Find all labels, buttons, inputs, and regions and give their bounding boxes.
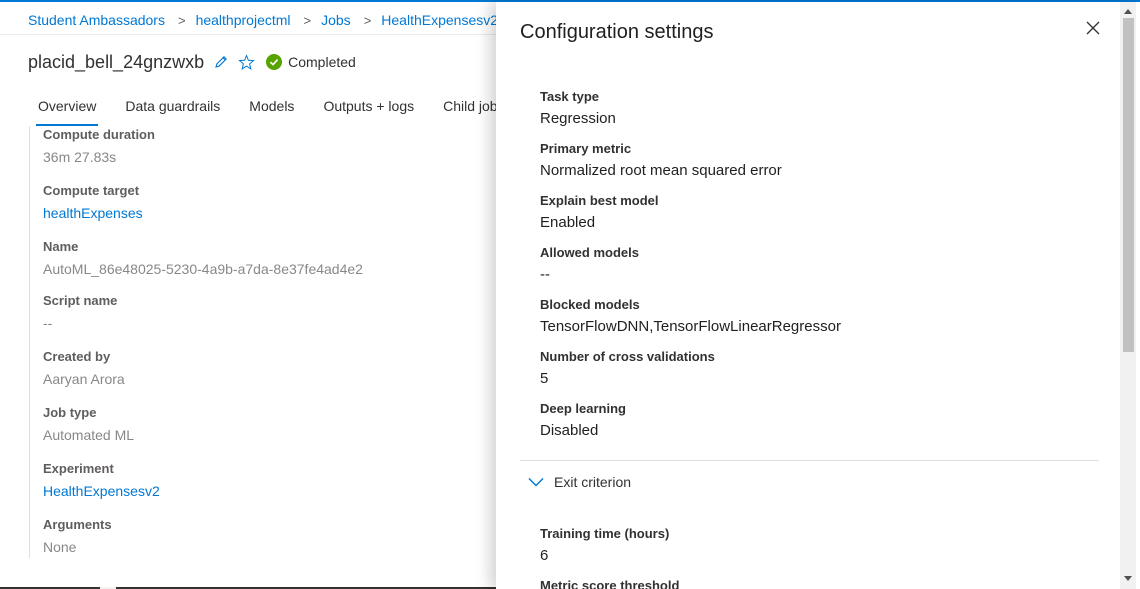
setting-cross-validations: Number of cross validations 5	[540, 348, 1080, 389]
setting-value: Regression	[540, 110, 616, 127]
setting-label: Metric score threshold	[540, 578, 680, 589]
setting-explain-best-model: Explain best model Enabled	[540, 192, 1080, 233]
breadcrumb-separator: >	[177, 12, 186, 28]
job-tabs: Overview Data guardrails Models Outputs …	[35, 98, 496, 126]
configuration-settings-panel: Configuration settings Task type Regress…	[496, 2, 1140, 589]
setting-deep-learning: Deep learning Disabled	[540, 400, 1080, 441]
pencil-icon[interactable]	[213, 54, 229, 70]
tab-child-jobs[interactable]: Child jobs	[443, 98, 496, 120]
property-arguments: Arguments None	[43, 516, 483, 556]
job-title: placid_bell_24gnzwxb	[28, 51, 205, 72]
property-name: Name AutoML_86e48025-5230-4a9b-a7da-8e37…	[43, 238, 483, 278]
property-compute-duration: Compute duration 36m 27.83s	[43, 126, 483, 166]
property-label: Name	[43, 239, 79, 254]
tab-outputs-logs[interactable]: Outputs + logs	[323, 98, 414, 120]
property-script-name: Script name --	[43, 292, 483, 332]
panel-title: Configuration settings	[520, 21, 714, 43]
setting-label: Task type	[540, 89, 600, 104]
property-job-type: Job type Automated ML	[43, 404, 483, 444]
property-label: Compute duration	[43, 127, 155, 142]
close-button[interactable]	[1082, 19, 1104, 41]
tab-overview[interactable]: Overview	[35, 98, 99, 126]
scrollbar-thumb[interactable]	[1123, 18, 1134, 352]
properties-border	[29, 126, 30, 558]
property-experiment: Experiment HealthExpensesv2	[43, 460, 483, 500]
setting-value: Disabled	[540, 422, 599, 439]
exit-criterion-label: Exit criterion	[554, 474, 632, 490]
property-value: Automated ML	[43, 427, 135, 443]
breadcrumb: Student Ambassadors > healthprojectml > …	[28, 10, 496, 30]
tab-data-guardrails[interactable]: Data guardrails	[125, 98, 220, 120]
setting-value: 5	[540, 370, 549, 387]
property-value: AutoML_86e48025-5230-4a9b-a7da-8e37fe4ad…	[43, 261, 363, 277]
setting-blocked-models: Blocked models TensorFlowDNN,TensorFlowL…	[540, 296, 1080, 337]
star-icon[interactable]	[238, 53, 255, 71]
setting-label: Number of cross validations	[540, 349, 715, 364]
setting-task-type: Task type Regression	[540, 88, 1080, 129]
property-created-by: Created by Aaryan Arora	[43, 348, 483, 388]
property-label: Experiment	[43, 461, 114, 476]
tab-models[interactable]: Models	[249, 98, 294, 120]
job-details-page: Student Ambassadors > healthprojectml > …	[0, 2, 496, 589]
setting-label: Allowed models	[540, 245, 639, 260]
setting-value: Enabled	[540, 214, 596, 231]
setting-primary-metric: Primary metric Normalized root mean squa…	[540, 140, 1080, 181]
setting-value: 6	[540, 547, 549, 564]
scroll-down-arrow-icon[interactable]	[1120, 571, 1136, 585]
setting-label: Explain best model	[540, 193, 659, 208]
property-value: --	[43, 315, 53, 331]
breadcrumb-divider	[0, 34, 496, 35]
setting-label: Deep learning	[540, 401, 626, 416]
scroll-up-arrow-icon[interactable]	[1120, 4, 1136, 18]
breadcrumb-item-experiment[interactable]: HealthExpensesv2	[381, 12, 496, 28]
property-label: Job type	[43, 405, 97, 420]
property-value: Aaryan Arora	[43, 371, 125, 387]
breadcrumb-item-workspace[interactable]: Student Ambassadors	[28, 12, 165, 28]
experiment-link[interactable]: HealthExpensesv2	[43, 482, 483, 500]
property-compute-target: Compute target healthExpenses	[43, 182, 483, 222]
setting-value: Normalized root mean squared error	[540, 162, 782, 179]
setting-metric-score-threshold: Metric score threshold	[540, 577, 1080, 589]
exit-criterion-toggle[interactable]: Exit criterion	[528, 472, 631, 492]
property-value: None	[43, 539, 77, 555]
vertical-scrollbar[interactable]	[1120, 2, 1136, 589]
breadcrumb-item-project[interactable]: healthprojectml	[196, 12, 291, 28]
property-label: Arguments	[43, 517, 112, 532]
setting-value: --	[540, 266, 550, 283]
setting-value: TensorFlowDNN,TensorFlowLinearRegressor	[540, 318, 841, 335]
check-circle-icon	[266, 54, 283, 70]
compute-target-link[interactable]: healthExpenses	[43, 204, 483, 222]
setting-label: Training time (hours)	[540, 526, 670, 541]
property-label: Created by	[43, 349, 111, 364]
status-badge: Completed	[288, 54, 356, 70]
property-value: 36m 27.83s	[43, 149, 117, 165]
job-header: placid_bell_24gnzwxb Completed	[28, 50, 356, 74]
property-label: Script name	[43, 293, 118, 308]
breadcrumb-separator: >	[363, 12, 372, 28]
setting-label: Blocked models	[540, 297, 640, 312]
close-icon	[1086, 21, 1100, 40]
setting-training-time: Training time (hours) 6	[540, 525, 1080, 566]
breadcrumb-item-jobs[interactable]: Jobs	[321, 12, 351, 28]
property-label: Compute target	[43, 183, 140, 198]
chevron-down-icon	[528, 477, 544, 487]
section-divider	[520, 460, 1099, 461]
setting-allowed-models: Allowed models --	[540, 244, 1080, 285]
breadcrumb-separator: >	[303, 12, 312, 28]
setting-label: Primary metric	[540, 141, 632, 156]
